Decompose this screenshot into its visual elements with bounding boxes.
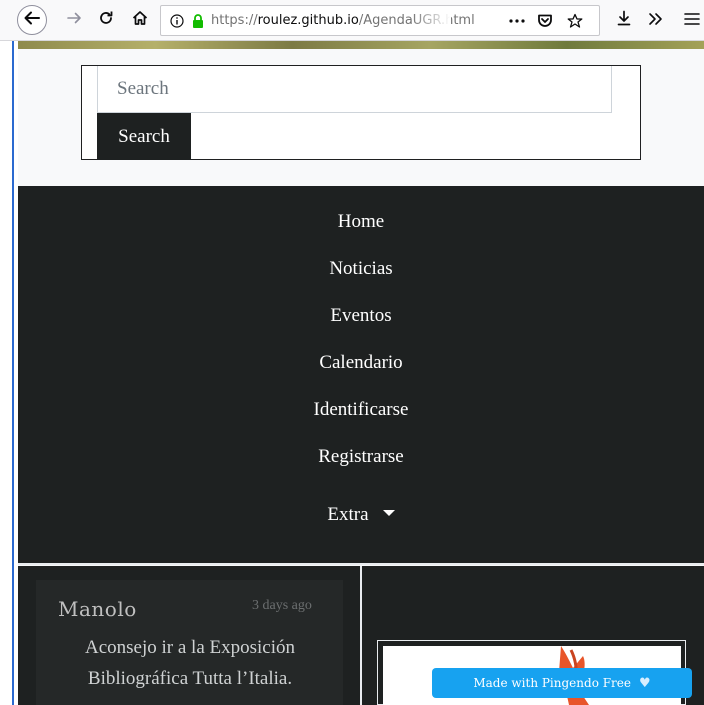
url-host: roulez.github.io xyxy=(257,13,359,28)
nav-home[interactable]: Home xyxy=(18,211,704,233)
nav-identificarse[interactable]: Identificarse xyxy=(18,399,704,421)
url-prefix: https:// xyxy=(211,13,258,28)
reload-button[interactable] xyxy=(94,8,118,32)
download-button[interactable] xyxy=(612,8,636,32)
browser-toolbar: https://roulez.github.io/AgendaUGR.html xyxy=(0,0,704,41)
back-arrow-icon xyxy=(23,9,41,31)
main-nav: Home Noticias Eventos Calendario Identif… xyxy=(18,186,704,565)
more-dots-icon[interactable] xyxy=(505,9,529,33)
nav-calendario[interactable]: Calendario xyxy=(18,352,704,374)
comment-timestamp: 3 days ago xyxy=(252,598,312,613)
nav-noticias[interactable]: Noticias xyxy=(18,258,704,280)
search-input[interactable] xyxy=(97,66,612,113)
viewport-left-edge xyxy=(12,41,14,705)
header-banner-strip xyxy=(18,41,704,49)
comment-text: Aconsejo ir a la Exposición Bibliográfic… xyxy=(84,637,295,689)
search-button[interactable]: Search xyxy=(97,113,191,160)
menu-button[interactable] xyxy=(680,8,704,32)
back-button[interactable] xyxy=(17,5,47,35)
forward-button[interactable] xyxy=(62,8,86,32)
comment-author: Manolo xyxy=(58,597,137,621)
overflow-chevrons-icon xyxy=(648,11,664,30)
nav-eventos[interactable]: Eventos xyxy=(18,305,704,327)
star-icon[interactable] xyxy=(563,9,587,33)
url-fade xyxy=(411,8,451,34)
nav-extra-dropdown[interactable]: Extra xyxy=(18,504,704,526)
url-bar[interactable]: https://roulez.github.io/AgendaUGR.html xyxy=(160,5,600,36)
download-icon xyxy=(616,10,632,30)
lock-icon[interactable] xyxy=(189,9,207,33)
home-icon xyxy=(132,10,148,30)
nav-extra-label: Extra xyxy=(327,504,369,525)
hamburger-menu-icon xyxy=(684,11,700,30)
pingendo-badge-label: Made with Pingendo Free xyxy=(473,676,631,690)
heart-icon: ♥ xyxy=(639,675,651,691)
nav-registrarse[interactable]: Registrarse xyxy=(18,446,704,468)
pocket-icon[interactable] xyxy=(533,9,557,33)
home-button[interactable] xyxy=(128,8,152,32)
forward-arrow-icon xyxy=(66,10,82,30)
caret-down-icon xyxy=(382,509,395,516)
pingendo-badge[interactable]: Made with Pingendo Free ♥ xyxy=(432,668,692,698)
info-icon[interactable] xyxy=(165,9,189,33)
overflow-button[interactable] xyxy=(644,8,668,32)
search-form: Search xyxy=(81,65,641,160)
reload-icon xyxy=(98,10,114,30)
